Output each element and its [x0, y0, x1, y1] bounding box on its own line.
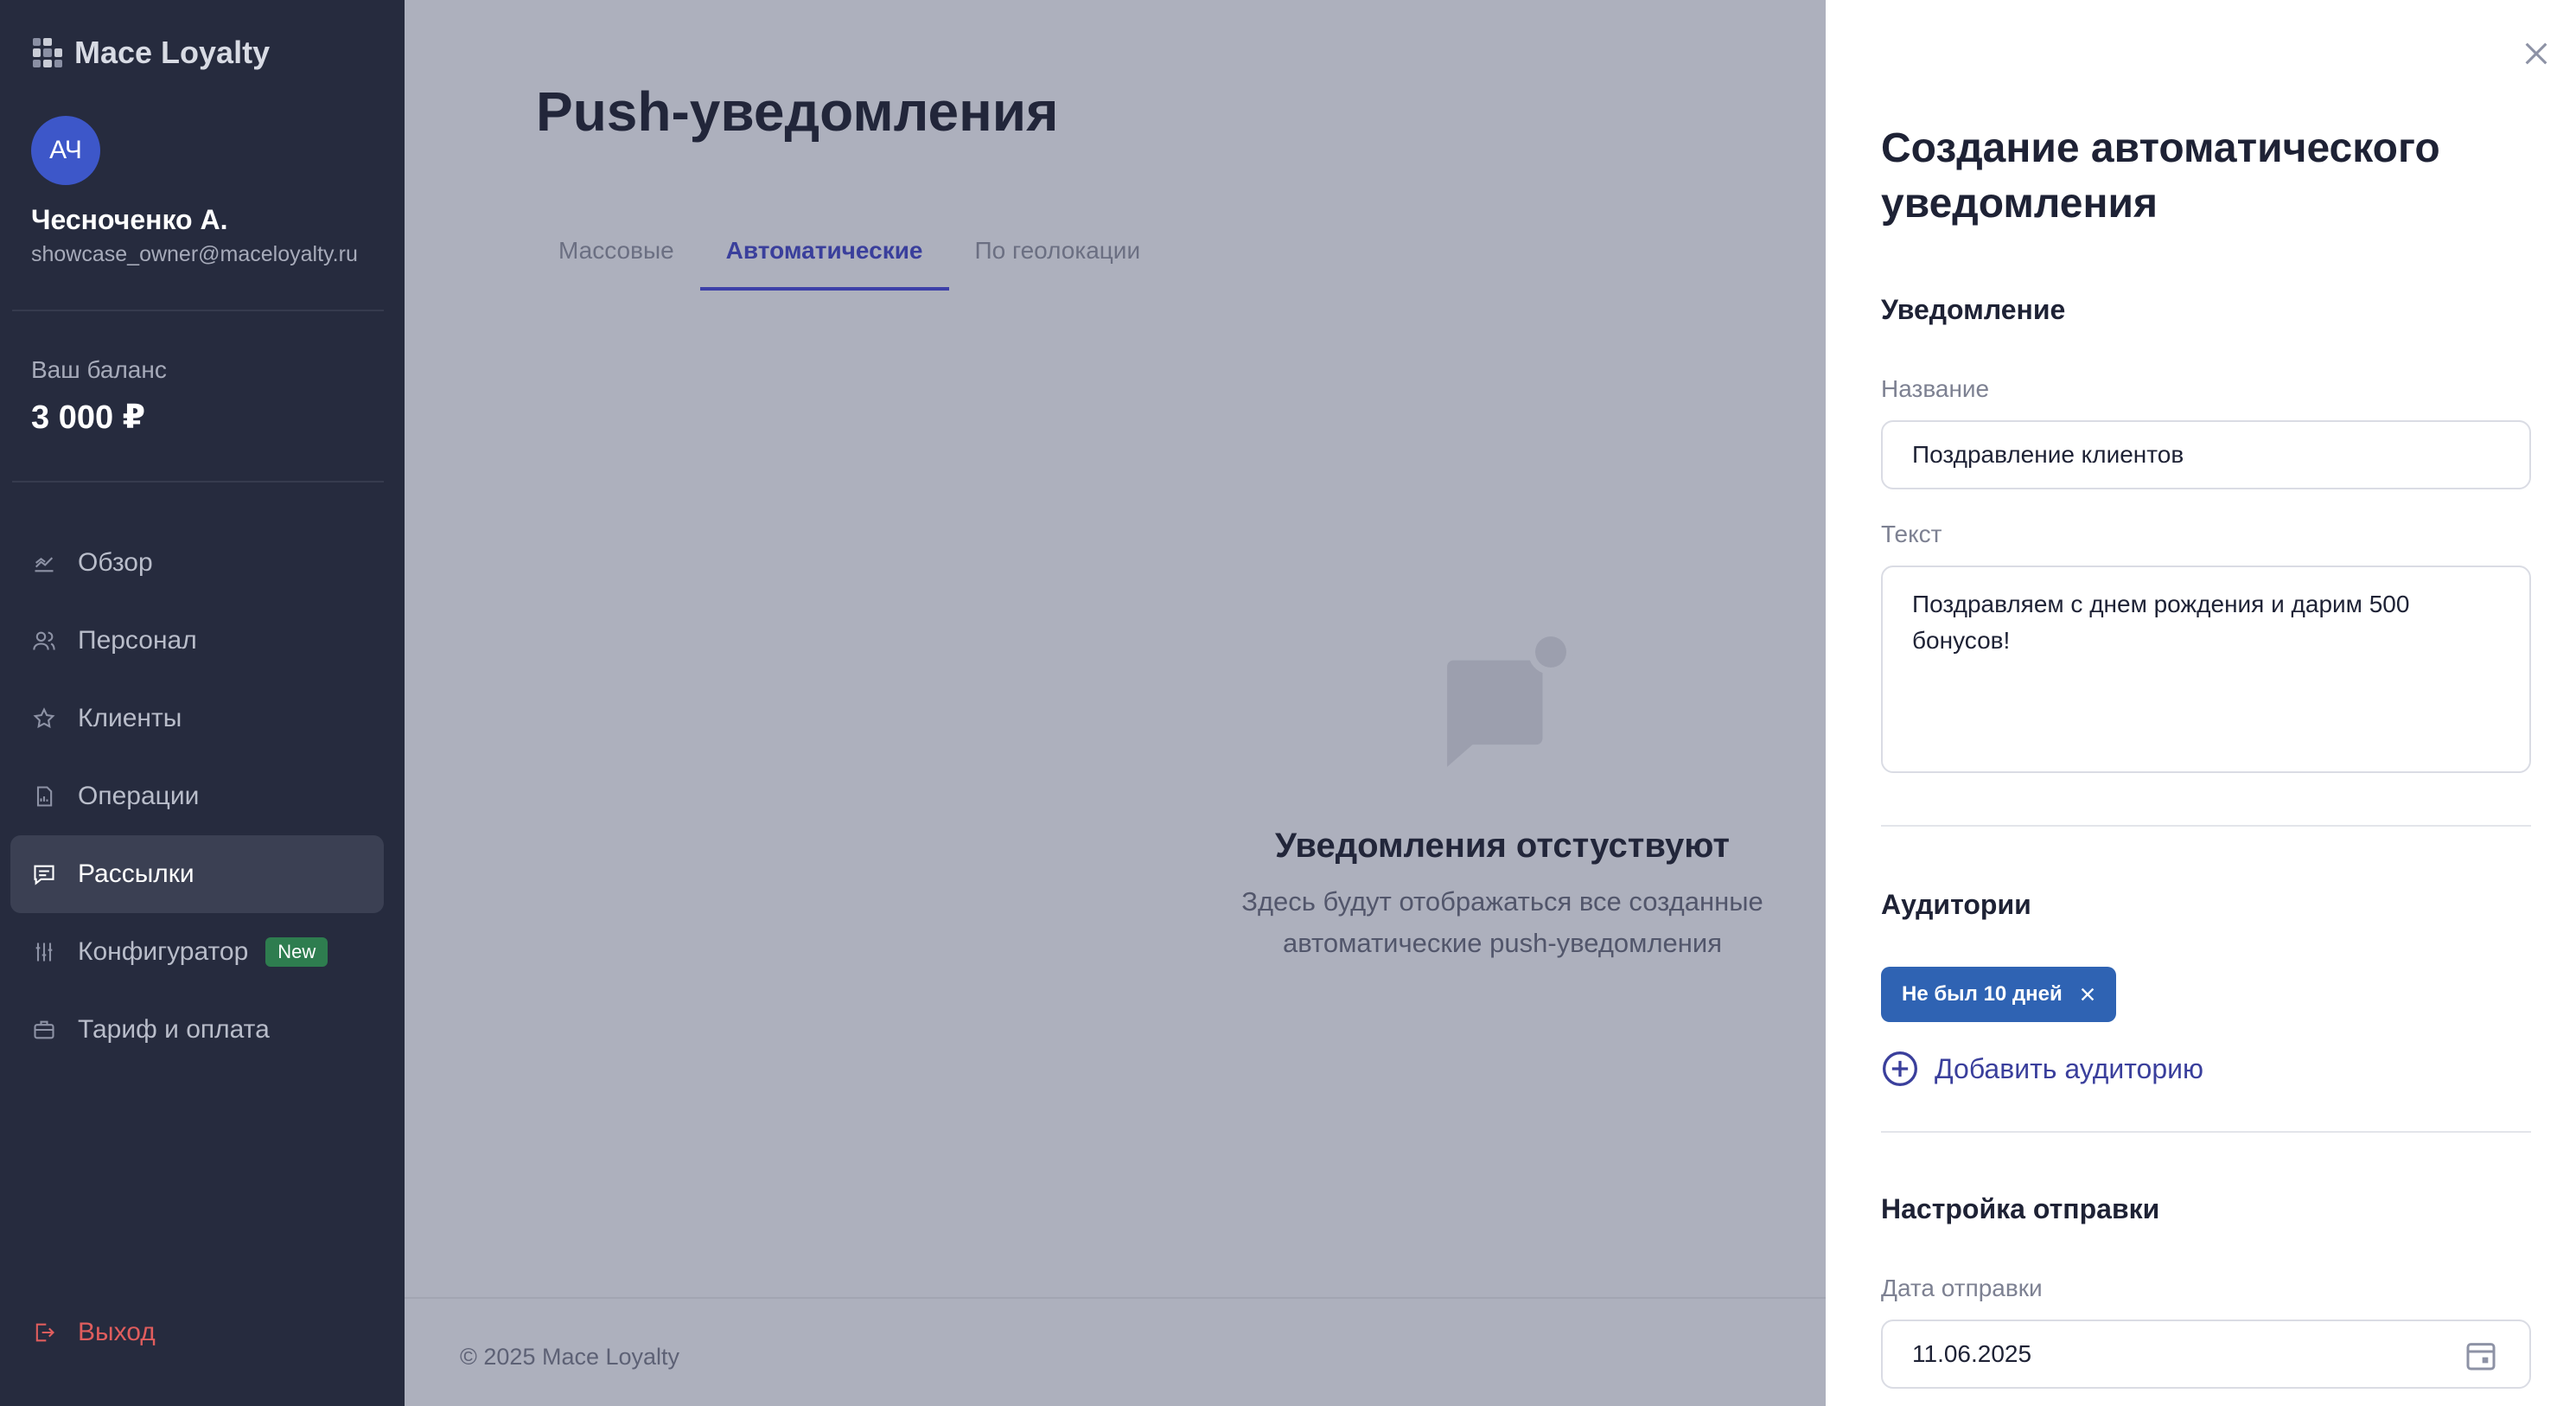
- text-label: Текст: [1881, 521, 1942, 547]
- sidebar-item-label: Конфигуратор: [78, 937, 249, 966]
- logout-icon: [31, 1320, 57, 1345]
- page-title: Push-уведомления: [536, 80, 1059, 143]
- balance-label: Ваш баланс: [31, 356, 167, 383]
- logo-icon: [33, 38, 62, 67]
- sidebar-item-billing[interactable]: Тариф и оплата: [10, 991, 384, 1069]
- user-email: showcase_owner@maceloyalty.ru: [31, 242, 358, 266]
- empty-state: Уведомления отстуствуют Здесь будут отоб…: [1113, 827, 1891, 964]
- sidebar-item-operations[interactable]: Операции: [10, 757, 384, 835]
- sidebar: Mace Loyalty АЧ Чесноченко А. showcase_o…: [0, 0, 405, 1406]
- add-audience-button[interactable]: Добавить аудиторию: [1881, 1050, 2203, 1088]
- plus-circle-icon: [1883, 1051, 1917, 1086]
- sidebar-item-clients[interactable]: Клиенты: [10, 680, 384, 757]
- date-label: Дата отправки: [1881, 1275, 2043, 1301]
- logout-label: Выход: [78, 1318, 156, 1346]
- footer-divider: [405, 1297, 1826, 1299]
- notification-empty-icon: [1430, 621, 1582, 773]
- footer-copyright: © 2025 Mace Loyalty: [460, 1344, 680, 1370]
- message-icon: [31, 861, 57, 887]
- sidebar-item-mailings[interactable]: Рассылки: [10, 835, 384, 913]
- empty-state-text-line1: Здесь будут отображаться все созданные: [1241, 886, 1763, 917]
- sidebar-item-label: Рассылки: [78, 860, 194, 888]
- tabs: Массовые Автоматические По геолокации: [532, 221, 1166, 291]
- tab-geolocation[interactable]: По геолокации: [949, 221, 1167, 291]
- empty-state-text-line2: автоматические push-уведомления: [1282, 928, 1723, 958]
- audiences-section-title: Аудитории: [1881, 889, 2031, 920]
- name-label: Название: [1881, 375, 1990, 402]
- date-input[interactable]: 11.06.2025: [1881, 1320, 2531, 1389]
- name-input[interactable]: Поздравление клиентов: [1881, 420, 2531, 489]
- users-icon: [31, 628, 57, 654]
- chip-remove-icon[interactable]: [2078, 985, 2097, 1004]
- audience-chip[interactable]: Не был 10 дней: [1881, 967, 2116, 1022]
- chart-icon: [31, 550, 57, 576]
- text-textarea[interactable]: Поздравляем с днем рождения и дарим 500 …: [1881, 566, 2531, 773]
- avatar[interactable]: АЧ: [31, 116, 100, 185]
- tab-automatic[interactable]: Автоматические: [699, 221, 949, 291]
- date-value: 11.06.2025: [1912, 1340, 2032, 1367]
- empty-state-title: Уведомления отстуствуют: [1275, 827, 1730, 865]
- sidebar-divider: [12, 481, 384, 483]
- close-icon: [2525, 42, 2547, 65]
- sidebar-item-label: Операции: [78, 782, 200, 810]
- new-badge: New: [265, 937, 328, 967]
- sliders-icon: [31, 939, 57, 965]
- sidebar-divider: [12, 310, 384, 311]
- sidebar-item-configurator[interactable]: Конфигуратор New: [10, 913, 384, 991]
- notification-section-title: Уведомление: [1881, 294, 2066, 325]
- create-notification-panel: Создание автоматического уведомления Уве…: [1826, 0, 2576, 1406]
- app-logo[interactable]: Mace Loyalty: [33, 35, 270, 71]
- tab-mass[interactable]: Массовые: [532, 221, 700, 291]
- balance-value: 3 000 ₽: [31, 399, 146, 436]
- sidebar-item-label: Персонал: [78, 626, 197, 655]
- app-name: Mace Loyalty: [74, 35, 271, 70]
- panel-divider: [1881, 825, 2531, 827]
- logout-button[interactable]: Выход: [31, 1318, 156, 1347]
- sending-section-title: Настройка отправки: [1881, 1193, 2160, 1224]
- calendar-icon[interactable]: [2464, 1339, 2498, 1373]
- sidebar-item-label: Клиенты: [78, 704, 182, 732]
- sidebar-item-staff[interactable]: Персонал: [10, 602, 384, 680]
- star-icon: [31, 706, 57, 732]
- document-icon: [31, 783, 57, 809]
- user-name: Чесноченко А.: [31, 204, 228, 235]
- main-content: Push-уведомления Массовые Автоматические…: [405, 0, 1826, 1406]
- add-audience-label: Добавить аудиторию: [1935, 1052, 2203, 1084]
- close-button[interactable]: [2515, 33, 2557, 74]
- panel-title: Создание автоматического уведомления: [1881, 125, 2440, 227]
- sidebar-item-label: Тариф и оплата: [78, 1015, 270, 1044]
- briefcase-icon: [31, 1017, 57, 1043]
- sidebar-item-label: Обзор: [78, 548, 153, 577]
- audience-chip-label: Не был 10 дней: [1902, 982, 2063, 1006]
- sidebar-item-overview[interactable]: Обзор: [10, 524, 384, 602]
- panel-divider: [1881, 1131, 2531, 1133]
